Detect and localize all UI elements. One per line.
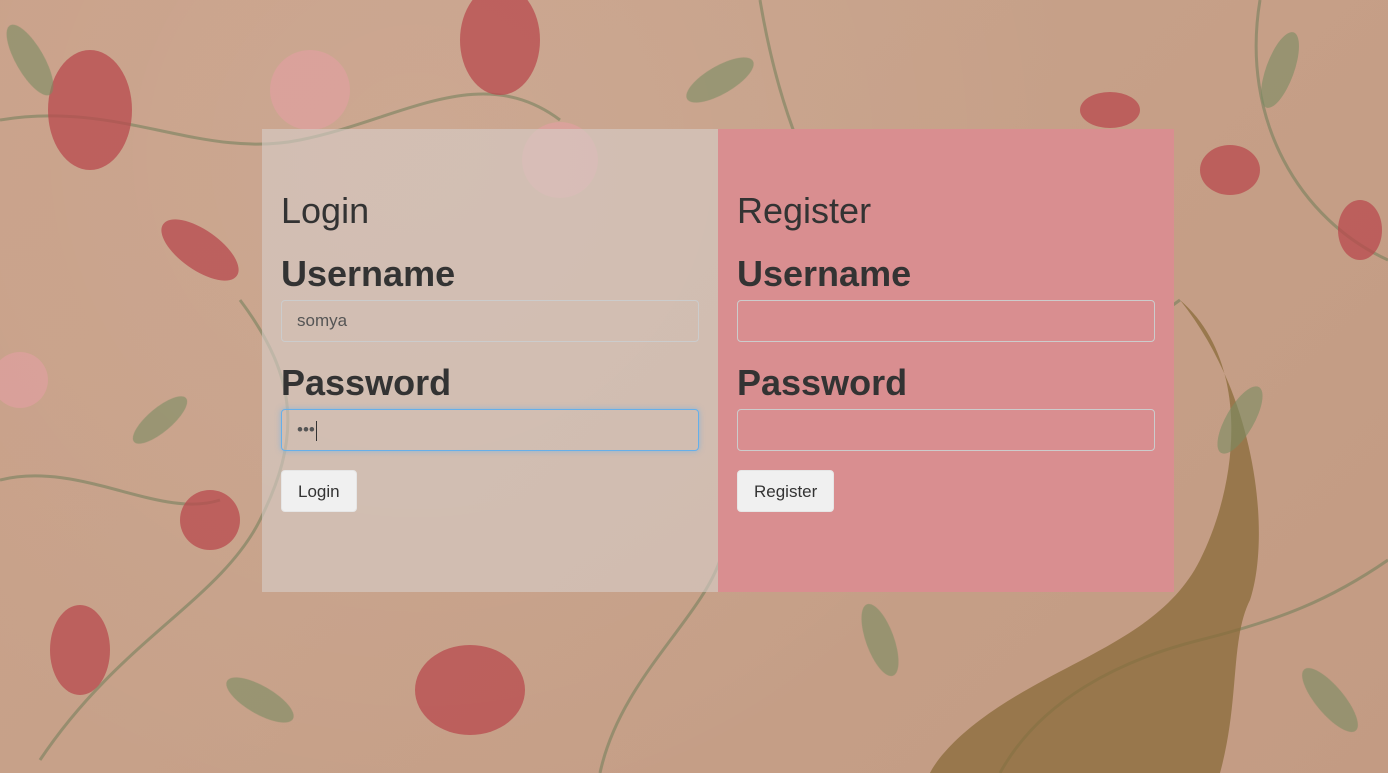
login-username-input[interactable]: somya [281, 300, 699, 342]
register-button[interactable]: Register [737, 470, 835, 512]
text-caret [315, 420, 317, 441]
login-password-label: Password [281, 362, 452, 403]
login-password-input[interactable]: ••• [281, 409, 699, 451]
register-username-label: Username [737, 253, 912, 294]
login-button[interactable]: Login [281, 470, 357, 512]
register-password-label: Password [737, 362, 908, 403]
login-title: Login [281, 190, 370, 231]
login-username-value: somya [297, 311, 348, 330]
register-panel: Register Username Password Register [718, 129, 1174, 592]
login-username-label: Username [281, 253, 456, 294]
login-panel: Login Username somya Password ••• Login [262, 129, 718, 592]
register-username-input[interactable] [737, 300, 1155, 342]
register-title: Register [737, 190, 872, 231]
register-password-input[interactable] [737, 409, 1155, 451]
login-password-value: ••• [297, 420, 315, 439]
